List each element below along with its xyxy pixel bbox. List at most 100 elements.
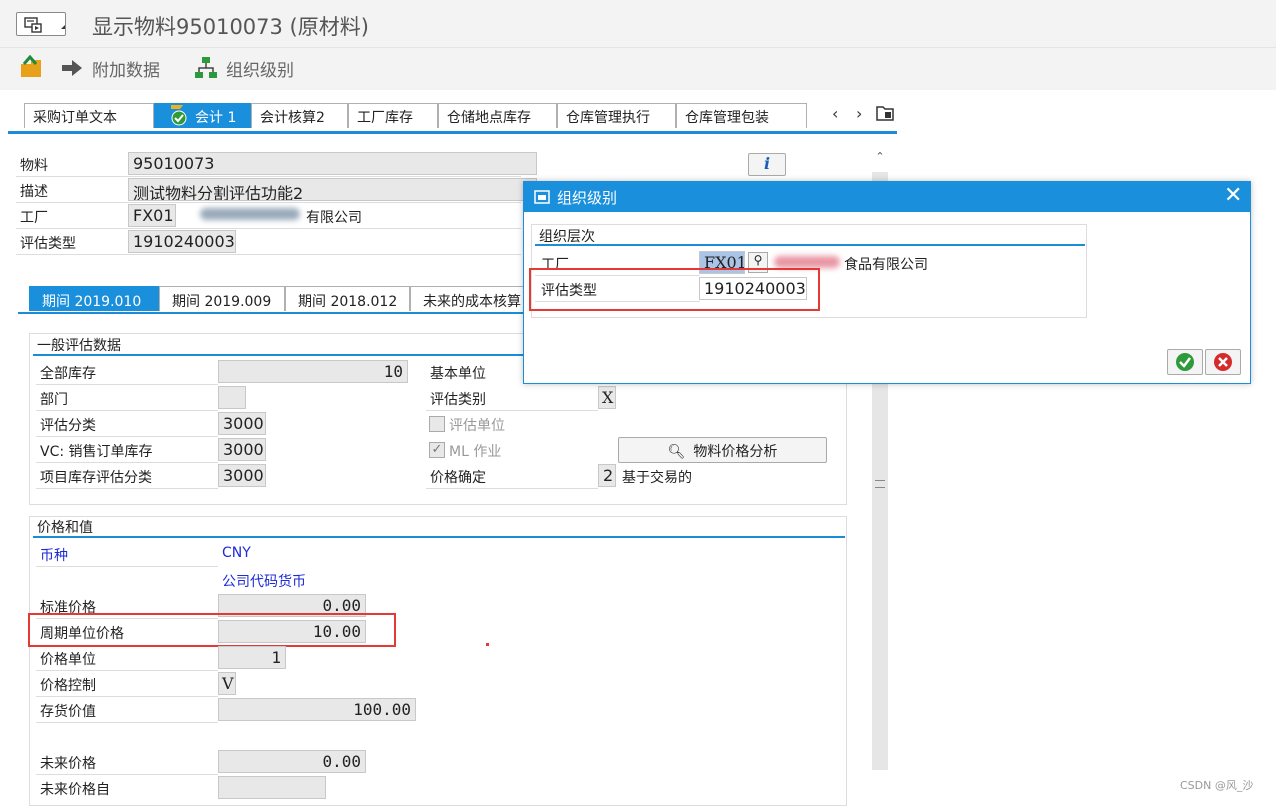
price-control-field[interactable]: V — [218, 672, 236, 695]
menu-button[interactable] — [16, 12, 66, 36]
plant-name-text: 有限公司 — [306, 210, 362, 226]
future-price-from-label: 未来价格自 — [40, 782, 110, 798]
cancel-button[interactable] — [1205, 349, 1241, 375]
divider — [426, 488, 598, 489]
price-determination-field[interactable]: 2 — [598, 464, 616, 487]
org-levels-button[interactable]: 组织级别 — [194, 55, 294, 81]
arrow-right-icon — [62, 60, 82, 76]
stock-value-field[interactable]: 100.00 — [218, 698, 416, 721]
tab-accounting-2[interactable]: 会计核算2 — [251, 103, 348, 128]
ml-label: ML 作业 — [449, 444, 502, 460]
additional-data-label: 附加数据 — [92, 60, 160, 81]
tab-period-2018-012[interactable]: 期间 2018.012 — [285, 286, 410, 311]
valuation-type-field[interactable]: 1910240003 — [128, 230, 236, 253]
info-icon: i — [763, 154, 771, 173]
price-unit-label: 价格单位 — [40, 652, 96, 668]
plant-field[interactable]: FX01 — [128, 204, 176, 227]
stock-value-label: 存货价值 — [40, 704, 96, 720]
divider — [36, 436, 218, 437]
valuation-unit-label: 评估单位 — [449, 418, 505, 434]
redacted-dialog-plant-name — [774, 256, 840, 268]
divider — [36, 696, 218, 697]
watermark: CSDN @风_沙 — [1180, 779, 1254, 792]
search-icon: 🔍︎ — [667, 444, 686, 460]
org-hierarchy-title: 组织层次 — [539, 229, 595, 245]
future-price-from-field[interactable] — [218, 776, 326, 799]
close-icon[interactable]: ✕ — [1224, 183, 1242, 208]
info-button[interactable]: i — [748, 153, 786, 176]
tab-prev-icon[interactable]: ‹ — [832, 104, 838, 123]
plant-label: 工厂 — [20, 210, 48, 226]
currency-label: 币种 — [40, 548, 68, 564]
menu-icon — [24, 17, 42, 33]
price-control-label: 价格控制 — [40, 678, 96, 694]
red-dot — [486, 643, 489, 646]
divider — [16, 176, 521, 177]
scroll-up-icon[interactable]: ⌃ — [872, 150, 888, 172]
group-divider — [535, 244, 1085, 246]
highlight-box-valuation-type — [529, 268, 820, 311]
tab-purchase-text[interactable]: 采购订单文本 — [24, 103, 154, 128]
group-divider — [33, 536, 845, 538]
tab-period-2019-009[interactable]: 期间 2019.009 — [159, 286, 285, 311]
tab-list-icon[interactable] — [876, 105, 894, 121]
base-unit-label: 基本单位 — [430, 366, 486, 382]
total-stock-field[interactable]: 10 — [218, 360, 408, 383]
toolbar — [0, 48, 1276, 90]
divider — [36, 410, 218, 411]
additional-data-button[interactable]: 附加数据 — [60, 55, 160, 81]
tab-wm-packaging[interactable]: 仓库管理包装 — [676, 103, 807, 128]
export-button[interactable] — [18, 54, 44, 80]
valuation-class-label: 评估分类 — [40, 418, 96, 434]
future-price-label: 未来价格 — [40, 756, 96, 772]
currency-value: CNY — [222, 545, 251, 561]
dialog-title: 组织级别 — [557, 189, 618, 207]
valuation-unit-checkbox[interactable] — [429, 416, 445, 432]
ml-checkbox[interactable]: ✓ — [429, 442, 445, 458]
total-stock-label: 全部库存 — [40, 366, 96, 382]
material-field[interactable]: 95010073 — [128, 152, 537, 175]
divider — [36, 670, 218, 671]
dialog-plant-name-text: 食品有限公司 — [844, 257, 928, 273]
divider — [16, 228, 521, 229]
org-levels-dialog: 组织级别 ✕ 组织层次 工厂 FX01 ⚲ 食品有限公司 评估类型 191024… — [523, 181, 1251, 384]
org-levels-label: 组织级别 — [226, 60, 294, 81]
check-icon — [1176, 353, 1194, 371]
vc-sales-order-label: VC: 销售订单库存 — [40, 444, 153, 460]
tab-accounting-1-label: 会计 1 — [195, 110, 237, 126]
price-values-group — [29, 516, 847, 806]
valuation-category-field[interactable]: X — [598, 386, 616, 409]
project-stock-field[interactable]: 3000 — [218, 464, 266, 487]
export-icon — [21, 54, 41, 77]
price-determination-label: 价格确定 — [430, 470, 486, 486]
valuation-class-field[interactable]: 3000 — [218, 412, 266, 435]
dialog-header: 组织级别 ✕ — [524, 182, 1250, 212]
price-determination-text: 基于交易的 — [622, 470, 692, 486]
dialog-icon — [534, 190, 550, 204]
tab-plant-stock[interactable]: 工厂库存 — [348, 103, 438, 128]
price-unit-field[interactable]: 1 — [218, 646, 286, 669]
tab-period-2019-010[interactable]: 期间 2019.010 — [29, 286, 159, 311]
tab-status-icon — [171, 105, 187, 126]
price-analysis-button[interactable]: 🔍︎ 物料价格分析 — [618, 437, 827, 463]
vc-sales-order-field[interactable]: 3000 — [218, 438, 266, 461]
org-hierarchy-icon — [195, 57, 217, 78]
tab-next-icon[interactable]: › — [856, 104, 862, 123]
divider — [36, 462, 218, 463]
confirm-button[interactable] — [1167, 349, 1203, 375]
description-label: 描述 — [20, 184, 48, 200]
divider — [36, 384, 218, 385]
project-stock-label: 项目库存评估分类 — [40, 470, 152, 486]
page-title: 显示物料95010073 (原材料) — [92, 15, 369, 39]
price-analysis-label: 物料价格分析 — [693, 444, 778, 460]
company-currency-text: 公司代码货币 — [222, 574, 306, 590]
division-label: 部门 — [40, 392, 68, 408]
divider — [36, 774, 218, 775]
future-price-field[interactable]: 0.00 — [218, 750, 366, 773]
division-field[interactable] — [218, 386, 246, 409]
tab-storage-location[interactable]: 仓储地点库存 — [438, 103, 557, 128]
tab-wm-execution[interactable]: 仓库管理执行 — [557, 103, 676, 128]
valuation-category-label: 评估类别 — [430, 392, 486, 408]
description-field[interactable]: 测试物料分割评估功能2 — [128, 178, 537, 201]
tab-future-costing[interactable]: 未来的成本核算 — [410, 286, 525, 311]
